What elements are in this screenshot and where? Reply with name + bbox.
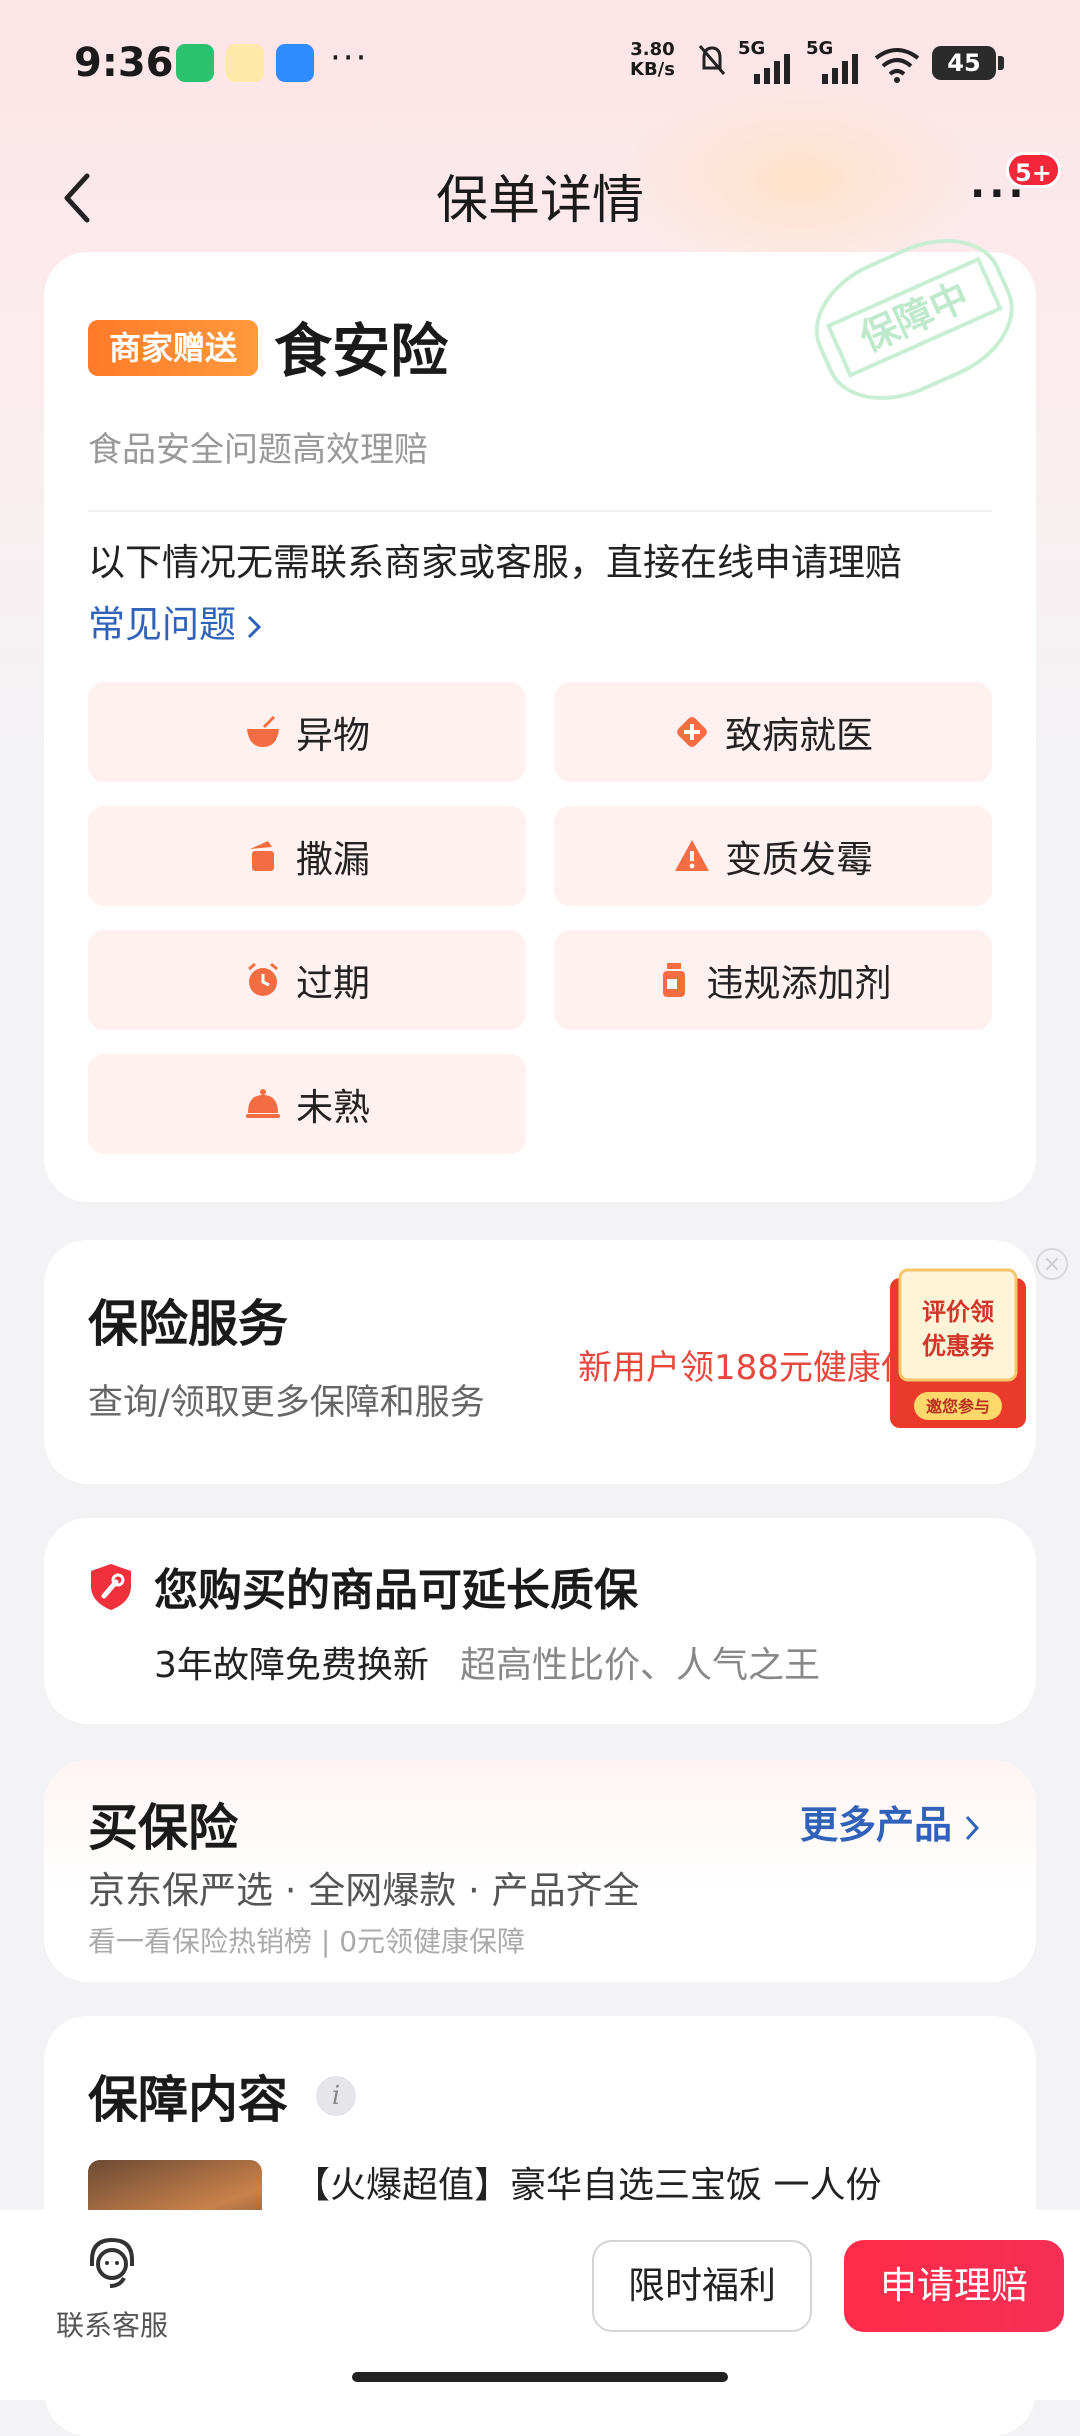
- claim-option-expired[interactable]: 过期: [88, 930, 526, 1030]
- divider: [88, 510, 992, 512]
- shield-wrench-icon: [91, 1564, 131, 1610]
- bowl-icon: [247, 715, 279, 747]
- faq-link[interactable]: 常见问题: [88, 594, 264, 648]
- page-title: 保单详情: [435, 171, 644, 231]
- app-notification-icon: [226, 44, 264, 82]
- merchant-gift-badge: 商家赠送: [88, 320, 258, 376]
- claim-option-spill[interactable]: 撒漏: [88, 806, 526, 906]
- warranty-benefit: 3年故障免费换新: [154, 1645, 429, 1686]
- signal-icon: [822, 54, 858, 84]
- more-notifications-icon: ···: [330, 38, 369, 78]
- product-name: 【火爆超值】豪华自选三宝饭 一人份: [294, 2165, 882, 2206]
- buy-insurance-subtitle: 京东保严选 · 全网爆款 · 产品齐全: [88, 1869, 640, 1912]
- more-products-link[interactable]: 更多产品: [800, 1794, 982, 1849]
- message-badge: 5+: [1006, 152, 1061, 188]
- headset-icon: [90, 2237, 134, 2288]
- mute-bell-icon: [698, 45, 726, 75]
- warning-icon: [675, 840, 709, 871]
- claim-description: 以下情况无需联系商家或客服，直接在线申请理赔: [88, 541, 902, 584]
- cloche-icon: [246, 1089, 280, 1118]
- svg-text:评价领: 评价领: [922, 1298, 994, 1326]
- insurance-service-card[interactable]: 保险服务 查询/领取更多保障和服务 新用户领188元健康保 评价领 优惠券 邀您…: [44, 1240, 1036, 1484]
- claim-option-additive[interactable]: 违规添加剂: [554, 930, 992, 1030]
- battery-indicator: 45: [932, 46, 1004, 80]
- buy-insurance-title: 买保险: [88, 1799, 238, 1857]
- svg-text:优惠券: 优惠券: [922, 1332, 995, 1360]
- warranty-tagline: 超高性比价、人气之王: [460, 1645, 821, 1686]
- bottle-icon: [662, 963, 685, 997]
- warranty-title: 您购买的商品可延长质保: [154, 1565, 638, 1616]
- network-speed: 3.80 KB/s: [630, 39, 675, 80]
- app-notification-icon: [176, 44, 214, 82]
- service-subtitle: 查询/领取更多保障和服务: [88, 1383, 485, 1423]
- extended-warranty-card[interactable]: 您购买的商品可延长质保 3年故障免费换新 超高性比价、人气之王: [44, 1518, 1036, 1724]
- close-promo-icon[interactable]: ×: [1036, 1248, 1068, 1280]
- alarm-clock-icon: [248, 962, 278, 996]
- apply-claim-button[interactable]: 申请理赔: [844, 2240, 1064, 2332]
- claim-option-undercooked[interactable]: 未熟: [88, 1054, 526, 1154]
- coverage-title: 保障内容: [88, 2071, 288, 2129]
- customer-service-button[interactable]: 联系客服: [50, 2234, 174, 2344]
- signal-icon: [754, 54, 790, 84]
- policy-card: 商家赠送 食安险 保障中 食品安全问题高效理赔 以下情况无需联系商家或客服，直接…: [44, 216, 1036, 1202]
- wifi-icon: [874, 48, 920, 83]
- home-indicator[interactable]: [352, 2372, 728, 2382]
- status-time: 9:36: [74, 40, 174, 86]
- service-title: 保险服务: [88, 1295, 288, 1353]
- status-bar: 9:36 ··· 3.80 KB/s 5G 5G 45: [0, 30, 1080, 100]
- insurance-subtitle: 食品安全问题高效理赔: [88, 430, 428, 470]
- chevron-right-icon: [965, 1815, 980, 1840]
- insurance-name: 食安险: [274, 317, 449, 385]
- info-icon[interactable]: i: [316, 2076, 356, 2116]
- spill-cup-icon: [250, 841, 274, 871]
- limited-welfare-button[interactable]: 限时福利: [592, 2240, 812, 2332]
- claim-option-medical[interactable]: 致病就医: [554, 682, 992, 782]
- claim-option-foreign-object[interactable]: 异物: [88, 682, 526, 782]
- buy-insurance-card[interactable]: 买保险 更多产品 京东保严选 · 全网爆款 · 产品齐全 看一看保险热销榜 | …: [44, 1760, 1036, 1982]
- claim-option-spoiled[interactable]: 变质发霉: [554, 806, 992, 906]
- promo-text[interactable]: 新用户领188元健康保: [578, 1340, 934, 1389]
- medical-plus-icon: [677, 717, 707, 747]
- chevron-right-icon: [247, 615, 262, 638]
- buy-insurance-tip: 看一看保险热销榜 | 0元领健康保障: [88, 1925, 526, 1958]
- review-coupon-promo[interactable]: 评价领 优惠券 邀您参与: [884, 1262, 1032, 1438]
- app-notification-icon: [276, 44, 314, 82]
- svg-text:邀您参与: 邀您参与: [926, 1397, 990, 1416]
